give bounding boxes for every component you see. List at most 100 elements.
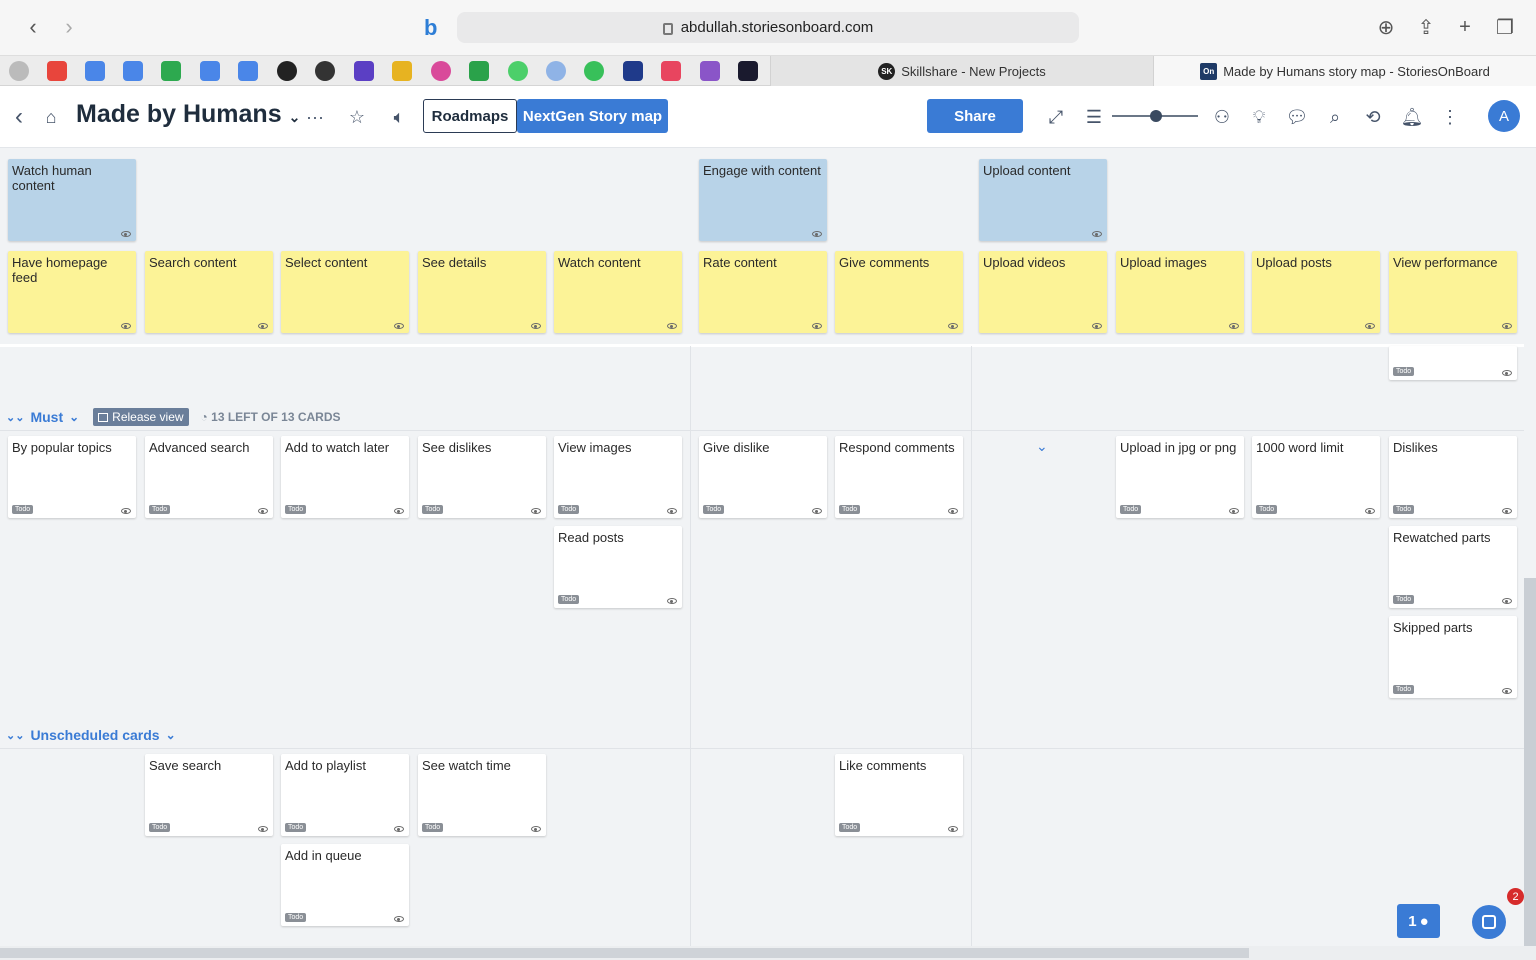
download-icon[interactable]: ⊕: [1373, 14, 1399, 40]
more-icon[interactable]: ···: [302, 104, 328, 130]
eye-icon[interactable]: [121, 323, 131, 329]
eye-icon[interactable]: [667, 508, 677, 514]
back-icon[interactable]: ‹: [20, 14, 46, 40]
eye-icon[interactable]: [394, 508, 404, 514]
avatar[interactable]: A: [1488, 100, 1520, 132]
eye-icon[interactable]: [1502, 323, 1512, 329]
eye-icon[interactable]: [948, 508, 958, 514]
roadmaps-button[interactable]: Roadmaps: [423, 99, 517, 133]
eye-icon[interactable]: [531, 323, 541, 329]
eye-icon[interactable]: [1092, 323, 1102, 329]
flask-icon[interactable]: [700, 61, 720, 81]
task-card[interactable]: Upload posts: [1252, 251, 1380, 333]
eye-icon[interactable]: [121, 231, 131, 237]
collapse-icon[interactable]: ⌄⌄: [6, 729, 24, 742]
paypal-icon[interactable]: [623, 61, 643, 81]
bee-icon[interactable]: [392, 61, 412, 81]
eye-icon[interactable]: [1229, 323, 1239, 329]
r-icon[interactable]: [738, 61, 758, 81]
lightbulb-icon[interactable]: 💡︎: [1246, 104, 1272, 130]
tabs-overview-icon[interactable]: ❐: [1492, 14, 1518, 40]
bell-icon[interactable]: 🔔︎: [1399, 104, 1425, 130]
bookmark-icon[interactable]: [47, 61, 67, 81]
eye-icon[interactable]: [812, 508, 822, 514]
home-icon[interactable]: ⌂: [38, 104, 64, 130]
story-card[interactable]: Dislikes Todo: [1389, 436, 1517, 518]
eye-icon[interactable]: [1502, 508, 1512, 514]
story-card[interactable]: Add in queue Todo: [281, 844, 409, 926]
eye-icon[interactable]: [258, 508, 268, 514]
extension-icon[interactable]: [508, 61, 528, 81]
task-card[interactable]: View performance: [1389, 251, 1517, 333]
story-card[interactable]: Respond comments Todo: [835, 436, 963, 518]
new-tab-icon[interactable]: +: [1452, 14, 1478, 40]
activity-card[interactable]: Engage with content: [699, 159, 827, 241]
collaborators-button[interactable]: 1 ●: [1397, 904, 1440, 938]
story-card[interactable]: Save search Todo: [145, 754, 273, 836]
eye-icon[interactable]: [1365, 323, 1375, 329]
q-icon[interactable]: [584, 61, 604, 81]
m-icon[interactable]: [661, 61, 681, 81]
vertical-scrollbar[interactable]: [1524, 148, 1536, 946]
comments-icon[interactable]: 💬︎: [1284, 104, 1310, 130]
eye-icon[interactable]: [1502, 688, 1512, 694]
expand-icon[interactable]: ⤢: [1043, 104, 1069, 130]
history-icon[interactable]: ⟲: [1360, 104, 1386, 130]
task-card[interactable]: Search content: [145, 251, 273, 333]
extension-icon[interactable]: [469, 61, 489, 81]
task-card[interactable]: Upload videos: [979, 251, 1107, 333]
collapse-icon[interactable]: ⌄⌄: [6, 411, 24, 424]
kebab-menu-icon[interactable]: ⋮: [1437, 104, 1463, 130]
task-card[interactable]: Select content: [281, 251, 409, 333]
task-card[interactable]: Watch content: [554, 251, 682, 333]
eye-icon[interactable]: [121, 508, 131, 514]
activity-card[interactable]: Upload content: [979, 159, 1107, 241]
eye-icon[interactable]: [394, 826, 404, 832]
task-card[interactable]: See details: [418, 251, 546, 333]
scrollbar-thumb[interactable]: [1524, 578, 1536, 946]
share-icon[interactable]: ⇪: [1413, 14, 1439, 40]
task-card[interactable]: Rate content: [699, 251, 827, 333]
wordpress-icon[interactable]: [315, 61, 335, 81]
task-card[interactable]: Give comments: [835, 251, 963, 333]
eye-icon[interactable]: [258, 323, 268, 329]
eye-icon[interactable]: [667, 598, 677, 604]
story-card[interactable]: Read posts Todo: [554, 526, 682, 608]
eye-icon[interactable]: [667, 323, 677, 329]
github-icon[interactable]: [277, 61, 297, 81]
story-card[interactable]: Rewatched parts Todo: [1389, 526, 1517, 608]
docs-icon[interactable]: [85, 61, 105, 81]
eye-icon[interactable]: [258, 826, 268, 832]
eye-icon[interactable]: [1365, 508, 1375, 514]
eye-icon[interactable]: [1092, 231, 1102, 237]
compass-icon[interactable]: [9, 61, 29, 81]
speaker-icon[interactable]: 🔈︎: [386, 104, 412, 130]
search-icon[interactable]: ⌕: [1322, 104, 1348, 130]
story-card[interactable]: By popular topics Todo: [8, 436, 136, 518]
at-icon[interactable]: [546, 61, 566, 81]
forward-icon[interactable]: ›: [56, 14, 82, 40]
back-icon[interactable]: ‹: [6, 103, 32, 130]
release-header[interactable]: ⌄⌄ Must ⌄ Release view ◔ 13 LEFT OF 13 C…: [6, 408, 341, 426]
eye-icon[interactable]: [812, 231, 822, 237]
eye-icon[interactable]: [948, 323, 958, 329]
eye-icon[interactable]: [1502, 370, 1512, 376]
eye-icon[interactable]: [812, 323, 822, 329]
eye-icon[interactable]: [1229, 508, 1239, 514]
chat-button[interactable]: [1472, 905, 1506, 939]
address-bar[interactable]: abdullah.storiesonboard.com: [457, 12, 1079, 43]
tab-storiesonboard[interactable]: On Made by Humans story map - StoriesOnB…: [1153, 56, 1536, 86]
story-card[interactable]: Todo: [1389, 346, 1517, 380]
story-card[interactable]: See dislikes Todo: [418, 436, 546, 518]
story-card[interactable]: Add to playlist Todo: [281, 754, 409, 836]
menu-icon[interactable]: ☰: [1081, 104, 1107, 130]
eye-icon[interactable]: [394, 916, 404, 922]
person-icon[interactable]: ⚇: [1209, 104, 1235, 130]
docs-icon[interactable]: [200, 61, 220, 81]
horizontal-scrollbar[interactable]: [0, 946, 1536, 960]
story-card[interactable]: See watch time Todo: [418, 754, 546, 836]
story-card[interactable]: Add to watch later Todo: [281, 436, 409, 518]
story-card[interactable]: Give dislike Todo: [699, 436, 827, 518]
story-card[interactable]: 1000 word limit Todo: [1252, 436, 1380, 518]
scrollbar-thumb[interactable]: [0, 948, 1249, 958]
